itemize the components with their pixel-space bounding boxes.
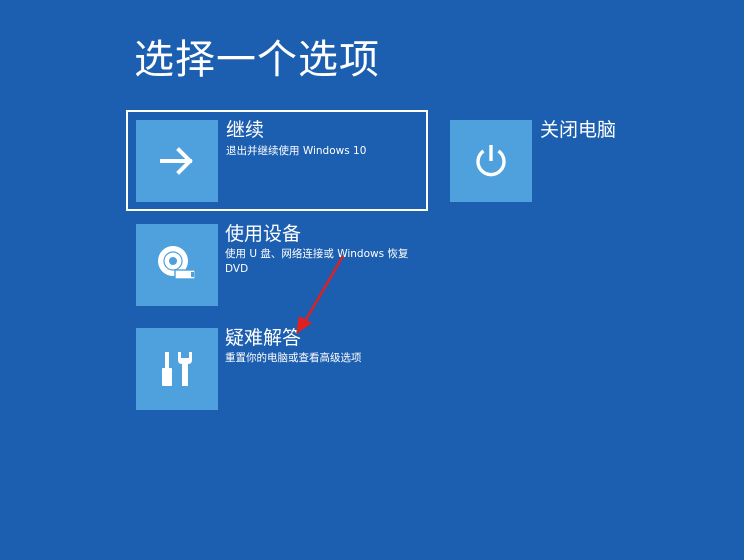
shutdown-title: 关闭电脑 bbox=[540, 119, 617, 141]
use-device-title: 使用设备 bbox=[225, 223, 302, 245]
troubleshoot-description: 重置你的电脑或查看高级选项 bbox=[225, 352, 362, 364]
page-title: 选择一个选项 bbox=[134, 37, 380, 83]
continue-option[interactable]: 继续 退出并继续使用 Windows 10 bbox=[126, 110, 428, 211]
recovery-screen: 选择一个选项 继续 退出并继续使用 Windows 10 关闭电脑 使用设备 使… bbox=[0, 0, 744, 560]
continue-title: 继续 bbox=[226, 119, 265, 141]
troubleshoot-tile bbox=[136, 328, 218, 410]
troubleshoot-title: 疑难解答 bbox=[225, 327, 302, 349]
use-device-description: 使用 U 盘、网络连接或 Windows 恢复 DVD bbox=[225, 248, 409, 275]
continue-description: 退出并继续使用 Windows 10 bbox=[226, 145, 367, 157]
shutdown-option[interactable]: 关闭电脑 bbox=[450, 118, 650, 202]
disc-drive-icon bbox=[158, 246, 196, 280]
use-device-option[interactable]: 使用设备 使用 U 盘、网络连接或 Windows 恢复 DVD bbox=[136, 222, 426, 308]
arrow-right-icon bbox=[160, 147, 193, 175]
power-icon bbox=[476, 145, 506, 177]
continue-tile bbox=[136, 120, 218, 202]
troubleshoot-option[interactable]: 疑难解答 重置你的电脑或查看高级选项 bbox=[136, 326, 426, 412]
tools-icon bbox=[162, 352, 192, 386]
use-device-tile bbox=[136, 224, 218, 306]
shutdown-tile bbox=[450, 120, 532, 202]
